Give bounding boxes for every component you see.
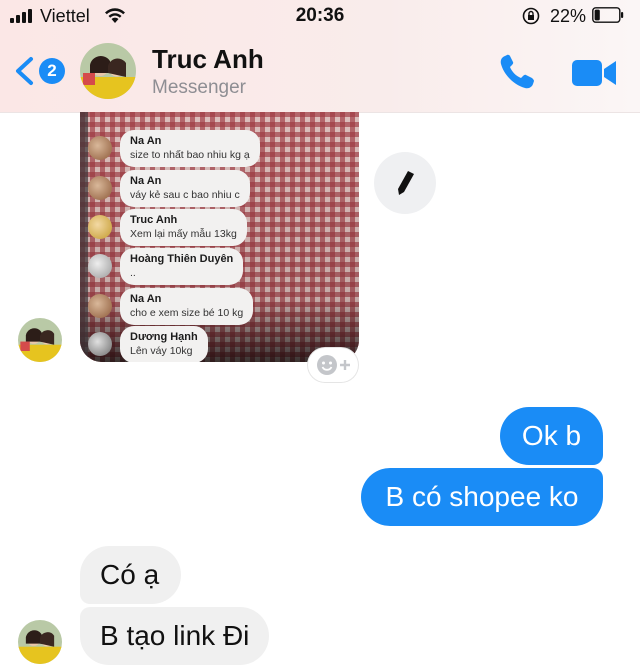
outgoing-message[interactable]: Ok b: [500, 407, 603, 465]
comment-author: Na An: [130, 135, 162, 147]
contact-subtitle: Messenger: [152, 77, 246, 98]
comment-author: Na An: [130, 175, 162, 187]
shared-photo[interactable]: Na An size to nhất bao nhiu kg ạ Na An v…: [80, 112, 359, 362]
comment-text: Lên váy 10kg: [130, 345, 193, 357]
comment-avatar: [88, 332, 112, 356]
back-button[interactable]: 2: [12, 52, 72, 92]
status-bar: Viettel 20:36 22%: [0, 0, 640, 34]
comment-text: Xem lại mấy mẫu 13kg: [130, 228, 237, 240]
comment-author: Na An: [130, 293, 162, 305]
comment-avatar: [88, 294, 112, 318]
back-chevron-icon: [16, 57, 33, 85]
chat-header: Viettel 20:36 22% 2 Truc Anh Messenger: [0, 0, 640, 113]
unread-badge: 2: [39, 58, 65, 84]
battery-percent: 22%: [550, 6, 587, 26]
video-call-button[interactable]: [570, 56, 618, 90]
comment-text: váy kẻ sau c bao nhiu c: [130, 189, 240, 201]
comment-bubble: Na An cho e xem size bé 10 kg: [120, 288, 254, 325]
add-reaction-icon: [317, 355, 350, 375]
comment-text: size to nhất bao nhiu kg ạ: [130, 149, 250, 161]
comment-author: Hoàng Thiên Duyên: [130, 253, 234, 265]
comment-avatar: [88, 215, 112, 239]
comment-bubble: Hoàng Thiên Duyên ..: [120, 248, 244, 285]
contact-avatar[interactable]: [18, 620, 62, 664]
comment-bubble: Na An size to nhất bao nhiu kg ạ: [120, 130, 260, 167]
add-reaction-button[interactable]: [308, 348, 358, 382]
comment-text: cho e xem size bé 10 kg: [130, 307, 244, 319]
voice-call-button[interactable]: [497, 52, 539, 92]
video-camera-icon: [572, 60, 616, 86]
edit-photo-button[interactable]: [374, 152, 436, 214]
phone-icon: [500, 54, 534, 89]
pencil-icon: [398, 171, 414, 195]
comment-author: Truc Anh: [130, 214, 178, 226]
outgoing-message[interactable]: B có shopee ko: [361, 468, 603, 526]
incoming-message[interactable]: Có ạ: [80, 546, 181, 604]
contact-name[interactable]: Truc Anh: [152, 44, 264, 75]
comment-author: Dương Hạnh: [130, 331, 198, 343]
comment-text: ..: [130, 267, 136, 279]
comment-avatar: [88, 176, 112, 200]
comment-avatar: [88, 254, 112, 278]
clock: 20:36: [295, 5, 345, 26]
comment-bubble: Dương Hạnh Lên váy 10kg: [120, 326, 208, 362]
comment-bubble: Na An váy kẻ sau c bao nhiu c: [120, 170, 250, 207]
rotation-lock-icon: [522, 7, 540, 25]
contact-avatar[interactable]: [80, 43, 136, 99]
comment-bubble: Truc Anh Xem lại mấy mẫu 13kg: [120, 209, 247, 246]
contact-avatar[interactable]: [18, 318, 62, 362]
incoming-message[interactable]: B tạo link Đi: [80, 607, 270, 665]
battery-icon: [592, 7, 624, 23]
comment-avatar: [88, 136, 112, 160]
